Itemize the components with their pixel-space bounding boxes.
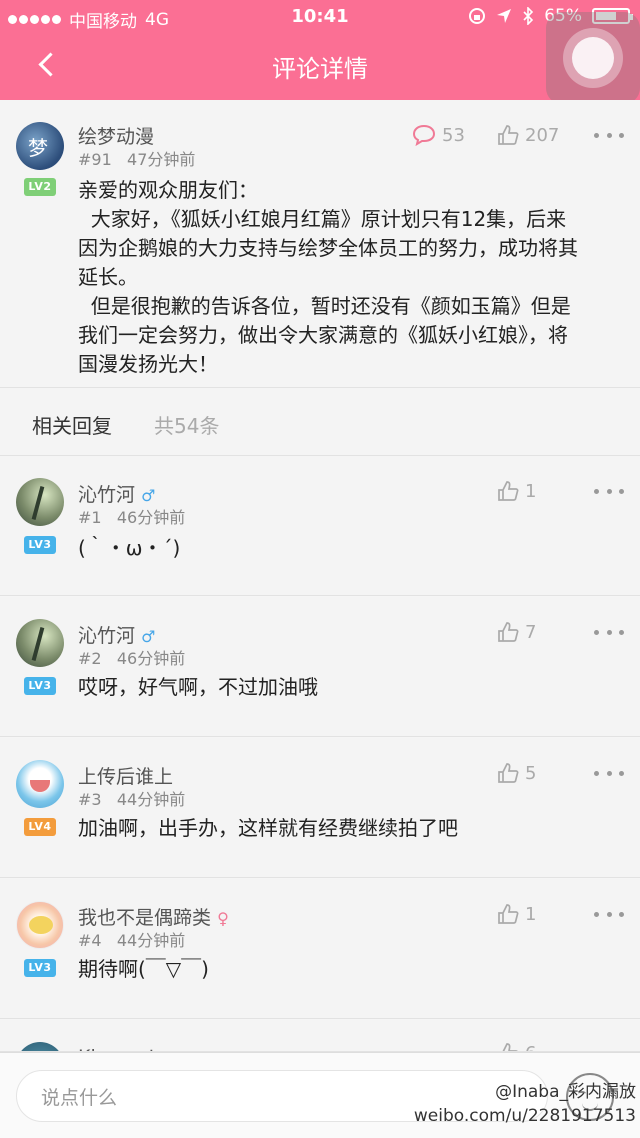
reply-meta: #4 44分钟前 <box>78 927 185 951</box>
reply-author-name: 我也不是偶蹄类 <box>78 907 212 929</box>
location-icon <box>497 9 512 23</box>
reply-time: 46分钟前 <box>116 508 186 527</box>
like-count: 207 <box>525 124 560 146</box>
bluetooth-icon <box>523 7 534 25</box>
thumbs-up-icon <box>498 481 519 501</box>
comment-author[interactable]: 绘梦动漫 <box>78 122 154 149</box>
more-options-icon[interactable] <box>594 130 624 140</box>
level-badge: LV3 <box>24 677 56 695</box>
comment-line: 大家好，《狐妖小红娘月红篇》原计划只有12集，后来 <box>78 207 567 231</box>
like-count: 1 <box>525 903 537 925</box>
reply-author-name: 沁竹河 <box>78 484 136 506</box>
avatar[interactable] <box>16 1042 64 1051</box>
male-icon: ♂ <box>141 627 156 646</box>
like-button[interactable]: 6 <box>497 1042 536 1052</box>
like-button[interactable]: 7 <box>497 621 536 643</box>
watermark-handle: @Inaba_彩内漏放 <box>495 1082 636 1102</box>
avatar[interactable] <box>16 760 64 808</box>
reply-floor: #3 <box>78 790 102 809</box>
more-options-icon[interactable] <box>594 768 624 778</box>
comment-line: 延长。 <box>78 265 138 289</box>
level-badge: LV3 <box>24 959 56 977</box>
reply-meta: #2 46分钟前 <box>78 645 185 669</box>
reply-text: 哎呀，好气啊，不过加油哦 <box>78 675 318 699</box>
reply-author[interactable]: 我也不是偶蹄类 ♀ <box>78 903 229 930</box>
male-icon: ♂ <box>141 486 156 505</box>
reply-author-name: 沁竹河 <box>78 625 136 647</box>
like-button[interactable]: 5 <box>497 762 536 784</box>
more-options-icon[interactable] <box>594 909 624 919</box>
thumbs-up-icon <box>498 622 519 642</box>
comment-count-value: 53 <box>442 124 465 146</box>
reply-item[interactable]: 沁竹河 ♂ #1 46分钟前 LV3 1 (｀・ω・´) <box>0 456 640 596</box>
assistive-touch-icon <box>563 28 623 88</box>
replies-header: 相关回复 共54条 <box>0 388 640 456</box>
comment-time: 47分钟前 <box>127 150 196 169</box>
page-title: 评论详情 <box>272 55 368 83</box>
lock-rotation-icon <box>469 8 486 24</box>
like-button[interactable]: 1 <box>497 903 536 925</box>
comment-line: 因为企鹅娘的大力支持与绘梦全体员工的努力，成功将其 <box>78 236 578 260</box>
thumbs-up-icon <box>498 125 519 145</box>
reply-time: 44分钟前 <box>116 790 186 809</box>
comment-count[interactable]: 53 <box>412 124 465 146</box>
avatar[interactable] <box>16 478 64 526</box>
comment-line: 但是很抱歉的告诉各位，暂时还没有《颜如玉篇》但是 <box>78 294 571 318</box>
watermark-url: weibo.com/u/2281917513 <box>413 1106 636 1126</box>
like-count: 6 <box>525 1043 536 1052</box>
reply-floor: #2 <box>78 649 102 668</box>
reply-text: (｀・ω・´) <box>78 536 181 560</box>
reply-item[interactable]: 我也不是偶蹄类 ♀ #4 44分钟前 LV3 1 期待啊(￣▽￣) <box>0 879 640 1019</box>
reply-text: 期待啊(￣▽￣) <box>78 957 209 981</box>
reply-time: 44分钟前 <box>116 931 186 950</box>
like-button[interactable]: 1 <box>497 480 536 502</box>
like-count: 1 <box>525 480 537 502</box>
reply-author[interactable]: King丶ston <box>78 1042 180 1051</box>
watermark: @Inaba_彩内漏放 weibo.com/u/2281917513 <box>414 1080 636 1128</box>
reply-floor: #4 <box>78 931 102 950</box>
comment-meta: #91 47分钟前 <box>78 146 195 170</box>
reply-meta: #3 44分钟前 <box>78 786 185 810</box>
comment-body: 亲爱的观众朋友们： 大家好，《狐妖小红娘月红篇》原计划只有12集，后来 因为企鹅… <box>78 176 578 379</box>
nav-bar: 评论详情 <box>0 34 640 100</box>
assistive-touch-button[interactable] <box>546 12 640 104</box>
status-bar: 中国移动 4G 10:41 65% <box>0 0 640 34</box>
avatar[interactable] <box>16 122 64 170</box>
thumbs-up-icon <box>502 1043 518 1051</box>
avatar[interactable] <box>16 619 64 667</box>
comment-icon <box>412 124 436 146</box>
avatar[interactable] <box>16 901 64 949</box>
reply-author[interactable]: 上传后谁上 <box>78 762 173 789</box>
reply-author[interactable]: 沁竹河 ♂ <box>78 480 155 507</box>
reply-item[interactable]: 上传后谁上 #3 44分钟前 LV4 5 加油啊，出手办，这样就有经费继续拍了吧 <box>0 738 640 878</box>
replies-count: 共54条 <box>154 414 220 438</box>
reply-meta: #1 46分钟前 <box>78 504 185 528</box>
comment-line: 我们一定会努力，做出令大家满意的《狐妖小红娘》，将 <box>78 323 568 347</box>
reply-time: 46分钟前 <box>116 649 186 668</box>
reply-author[interactable]: 沁竹河 ♂ <box>78 621 155 648</box>
thumbs-up-icon <box>498 904 519 924</box>
comment-line: 亲爱的观众朋友们： <box>78 178 258 202</box>
reply-item[interactable]: 沁竹河 ♂ #2 46分钟前 LV3 7 哎呀，好气啊，不过加油哦 <box>0 597 640 737</box>
reply-text: 加油啊，出手办，这样就有经费继续拍了吧 <box>78 816 458 840</box>
reply-floor: #1 <box>78 508 102 527</box>
comment-floor: #91 <box>78 150 112 169</box>
level-badge: LV2 <box>24 178 56 196</box>
like-count: 7 <box>525 621 537 643</box>
more-options-icon[interactable] <box>594 627 624 637</box>
header: 中国移动 4G 10:41 65% 评论详情 <box>0 0 640 104</box>
replies-label: 相关回复 <box>32 414 112 438</box>
reply-item[interactable]: King丶ston 6 <box>0 1020 640 1052</box>
like-button[interactable]: 207 <box>497 124 559 146</box>
female-icon: ♀ <box>217 909 229 928</box>
more-options-icon[interactable] <box>594 486 624 496</box>
thumbs-up-icon <box>498 763 519 783</box>
level-badge: LV4 <box>24 818 56 836</box>
comment-line: 国漫发扬光大！ <box>78 352 218 376</box>
like-count: 5 <box>525 762 537 784</box>
level-badge: LV3 <box>24 536 56 554</box>
